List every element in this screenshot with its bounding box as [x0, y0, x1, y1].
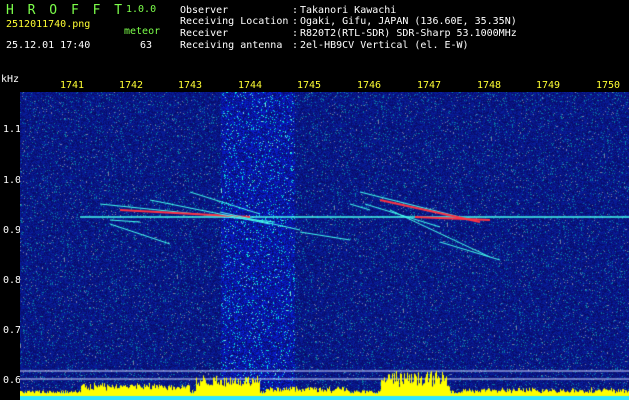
y-tick: 1.0: [3, 175, 22, 186]
x-tick: 1747: [417, 80, 442, 91]
unit-label: kHz: [1, 74, 20, 85]
info-colon: :: [292, 28, 299, 39]
x-tick: 1743: [178, 80, 203, 91]
app-version: 1.0.0: [126, 4, 157, 15]
x-tick: 1745: [297, 80, 322, 91]
y-tick: 0.9: [3, 225, 22, 236]
x-tick: 1746: [357, 80, 382, 91]
hrofft-window: H R O F F T 1.0.0 2512011740.png meteor …: [0, 0, 629, 400]
info-key-location: Receiving Location: [180, 16, 289, 27]
meteor-count: 63: [140, 40, 153, 51]
info-colon: :: [292, 5, 299, 16]
x-tick: 1741: [60, 80, 85, 91]
y-tick: 1.1: [3, 124, 22, 135]
y-tick: 0.8: [3, 275, 22, 286]
spectrogram-waterfall: [20, 92, 629, 400]
y-tick: 0.6: [3, 375, 22, 386]
x-tick: 1749: [536, 80, 561, 91]
info-value-location: Ogaki, Gifu, JAPAN (136.60E, 35.35N): [300, 16, 517, 27]
info-key-receiver: Receiver: [180, 28, 229, 39]
x-tick: 1742: [119, 80, 144, 91]
meteor-label: meteor: [124, 26, 161, 37]
x-tick: 1748: [477, 80, 502, 91]
app-name: H R O F F T: [6, 3, 126, 18]
x-tick: 1744: [238, 80, 263, 91]
info-colon: :: [292, 16, 299, 27]
file-name: 2512011740.png: [6, 19, 91, 30]
x-tick: 1750: [596, 80, 621, 91]
info-value-antenna: 2el-HB9CV Vertical (el. E-W): [300, 40, 469, 51]
date-time: 25.12.01 17:40: [6, 40, 91, 51]
info-value-observer: Takanori Kawachi: [300, 5, 397, 16]
info-key-antenna: Receiving antenna: [180, 40, 283, 51]
info-key-observer: Observer: [180, 5, 229, 16]
y-tick: 0.7: [3, 325, 22, 336]
info-colon: :: [292, 40, 299, 51]
info-value-receiver: R820T2(RTL-SDR) SDR-Sharp 53.1000MHz: [300, 28, 517, 39]
